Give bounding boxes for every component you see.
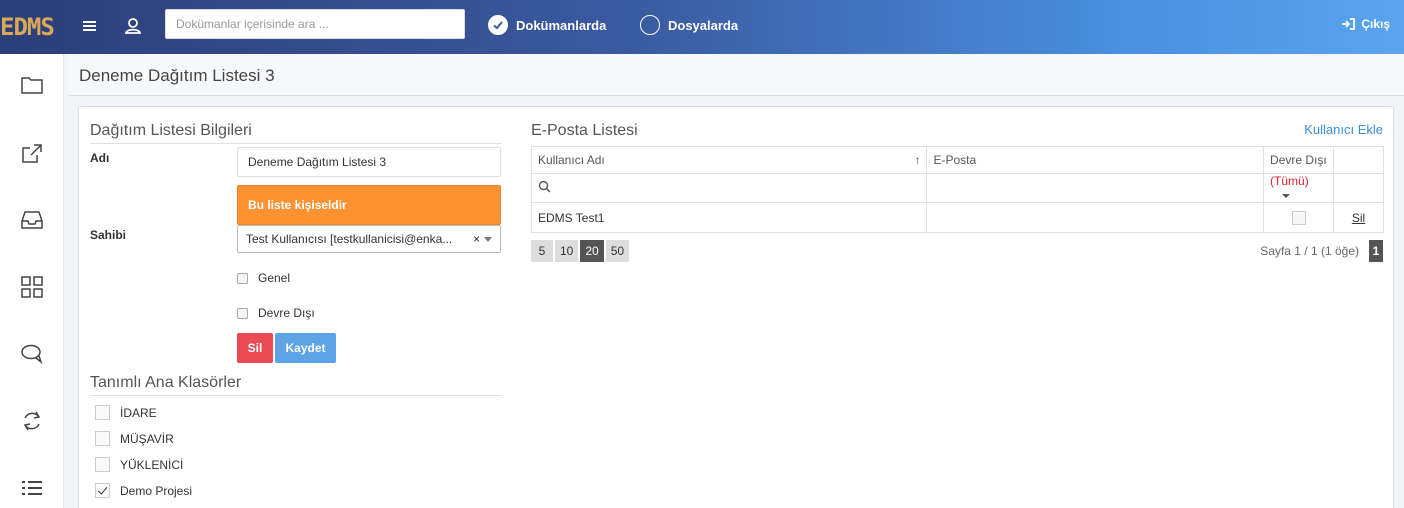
pagination-info: Sayfa 1 / 1 (1 öğe) — [1260, 244, 1359, 258]
radio-checked-icon — [488, 15, 508, 35]
username-filter-cell[interactable] — [530, 173, 928, 203]
info-section-heading: Dağıtım Listesi Bilgileri — [90, 122, 502, 144]
name-label: Adı — [90, 151, 110, 165]
search-icon — [538, 180, 551, 193]
radio-documents[interactable]: Dokümanlarda — [488, 13, 606, 37]
column-header-username[interactable]: Kullanıcı Adı ↑ — [530, 146, 928, 174]
folder-item[interactable]: Demo Projesi — [95, 483, 192, 498]
page-title: Deneme Dağıtım Listesi 3 — [79, 66, 275, 85]
clear-icon[interactable]: × — [473, 232, 480, 246]
email-filter-cell[interactable] — [926, 173, 1265, 203]
general-label: Genel — [258, 271, 291, 285]
disabled-label: Devre Dışı — [258, 306, 315, 320]
page-size-5[interactable]: 5 — [531, 240, 553, 262]
folder-label: Demo Projesi — [120, 483, 193, 498]
logout-button[interactable]: Çıkış — [1341, 17, 1390, 31]
folders-section-heading: Tanımlı Ana Klasörler — [90, 374, 502, 396]
sort-asc-icon[interactable]: ↑ — [914, 153, 920, 167]
disabled-checkbox-row: Devre Dışı — [237, 306, 315, 320]
app-logo: EDMS — [0, 13, 55, 41]
page-size-20[interactable]: 20 — [580, 240, 604, 262]
radio-unchecked-icon — [640, 15, 660, 35]
filter-row: (Tümü) — [530, 173, 1384, 203]
sync-icon[interactable] — [20, 409, 44, 433]
folder-item[interactable]: YÜKLENİCİ — [95, 457, 183, 472]
page-header: Deneme Dağıtım Listesi 3 — [68, 54, 1404, 96]
delete-button[interactable]: Sil — [237, 333, 273, 363]
chevron-down-icon[interactable] — [484, 236, 492, 242]
email-table: Kullanıcı Adı ↑ E-Posta Devre Dışı (Tümü… — [530, 146, 1384, 233]
top-bar: EDMS Dokümanlarda Dosyalarda Çıkış — [0, 0, 1404, 54]
table-header-row: Kullanıcı Adı ↑ E-Posta Devre Dışı — [530, 146, 1384, 174]
radio-documents-label: Dokümanlarda — [516, 17, 607, 33]
logout-icon — [1342, 18, 1356, 30]
row-disabled-checkbox[interactable] — [1291, 210, 1306, 225]
list-icon[interactable] — [20, 476, 44, 500]
email-section-heading: E-Posta Listesi — [531, 122, 638, 139]
page-size-10[interactable]: 10 — [555, 240, 579, 262]
folder-icon[interactable] — [20, 73, 44, 97]
chat-icon[interactable] — [20, 342, 44, 366]
radio-files[interactable]: Dosyalarda — [640, 13, 738, 37]
logout-label: Çıkış — [1361, 17, 1390, 31]
name-input[interactable]: Deneme Dağıtım Listesi 3 — [237, 147, 501, 177]
table-row[interactable]: EDMS Test1 Sil — [530, 202, 1384, 233]
folder-checkbox[interactable] — [95, 483, 110, 498]
main-panel: Dağıtım Listesi Bilgileri Adı Deneme Dağ… — [78, 106, 1394, 508]
disabled-checkbox[interactable] — [237, 307, 248, 319]
disabled-filter-value: (Tümü) — [1270, 174, 1309, 188]
row-delete-link[interactable]: Sil — [1352, 211, 1365, 225]
owner-select[interactable]: Test Kullanıcısı [testkullanicisi@enka..… — [237, 225, 501, 253]
add-user-link[interactable]: Kullanıcı Ekle — [1304, 122, 1383, 137]
owner-select-value: Test Kullanıcısı [testkullanicisi@enka..… — [246, 232, 453, 246]
page-size-selector: 5 10 20 50 — [531, 240, 631, 262]
grid-icon[interactable] — [20, 275, 44, 299]
left-sidebar — [0, 54, 64, 508]
row-actions-cell: Sil — [1333, 202, 1384, 233]
user-icon[interactable] — [122, 15, 144, 37]
disabled-filter-cell[interactable]: (Tümü) — [1263, 173, 1335, 203]
owner-label: Sahibi — [90, 228, 127, 242]
folder-checkbox[interactable] — [95, 431, 110, 446]
share-icon[interactable] — [20, 141, 44, 165]
folder-checkbox[interactable] — [95, 457, 110, 472]
hamburger-menu-icon[interactable] — [80, 16, 100, 36]
row-disabled-cell — [1263, 202, 1335, 233]
column-header-email[interactable]: E-Posta — [926, 146, 1265, 174]
page-size-50[interactable]: 50 — [605, 240, 630, 262]
general-checkbox[interactable] — [237, 272, 248, 284]
folder-checkbox[interactable] — [95, 405, 110, 420]
folder-label: MÜŞAVİR — [120, 431, 174, 446]
column-header-actions — [1333, 146, 1384, 174]
personal-list-notice: Bu liste kişiseldir — [237, 185, 501, 225]
folder-label: İDARE — [120, 405, 157, 420]
folder-label: YÜKLENİCİ — [120, 457, 184, 472]
inbox-icon[interactable] — [20, 208, 44, 232]
row-username: EDMS Test1 — [530, 202, 928, 233]
general-checkbox-row: Genel — [237, 271, 290, 285]
chevron-down-icon[interactable] — [1282, 193, 1291, 198]
folder-item[interactable]: MÜŞAVİR — [95, 431, 174, 446]
save-button[interactable]: Kaydet — [275, 333, 336, 363]
folder-item[interactable]: İDARE — [95, 405, 157, 420]
page-number-button[interactable]: 1 — [1369, 240, 1383, 262]
search-input[interactable] — [165, 9, 465, 39]
column-header-disabled[interactable]: Devre Dışı — [1263, 146, 1335, 174]
row-email — [926, 202, 1265, 233]
radio-files-label: Dosyalarda — [668, 17, 739, 33]
actions-filter-cell — [1333, 173, 1384, 203]
